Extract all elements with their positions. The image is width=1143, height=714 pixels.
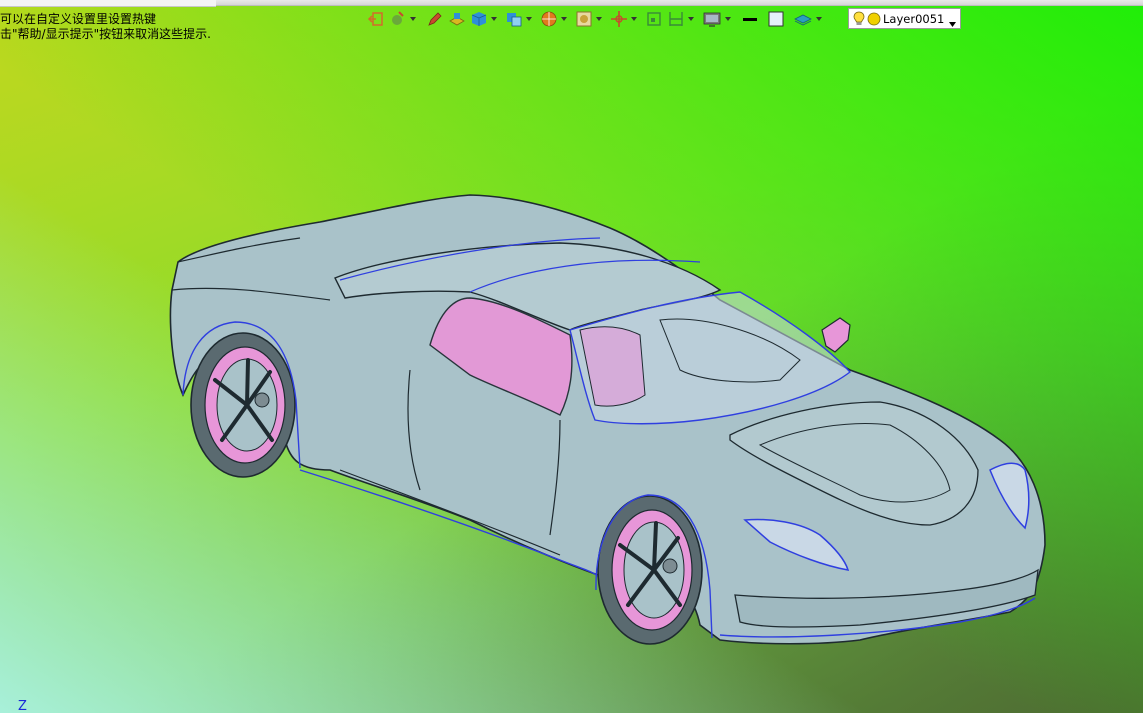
sketch-tools-icon xyxy=(392,11,404,25)
view-toolbar xyxy=(365,8,822,30)
exit-sketch-icon xyxy=(367,12,383,26)
line-style-button[interactable] xyxy=(739,9,761,29)
solid-cube-button[interactable] xyxy=(468,9,490,29)
boolean-button[interactable] xyxy=(503,9,525,29)
hint-line-1: 可以在自定义设置里设置热键 xyxy=(0,12,157,26)
line-style-icon xyxy=(743,18,757,21)
snap-button[interactable] xyxy=(643,9,665,29)
extrude-button[interactable] xyxy=(446,9,468,29)
snap-icon xyxy=(647,12,661,26)
layer-dropdown-button[interactable] xyxy=(949,12,956,31)
boolean-dropdown[interactable] xyxy=(525,9,532,29)
face-color-button[interactable] xyxy=(765,9,787,29)
car-model[interactable] xyxy=(0,0,1143,713)
pencil-button[interactable] xyxy=(424,9,446,29)
display-mode-button[interactable] xyxy=(700,9,724,29)
layer-selector[interactable]: Layer0051 xyxy=(848,8,961,29)
layer-plane-button[interactable] xyxy=(791,9,815,29)
side-mirror xyxy=(821,317,851,353)
display-mode-dropdown[interactable] xyxy=(724,9,731,29)
lightbulb-icon xyxy=(853,11,865,25)
extrude-icon xyxy=(449,13,465,26)
sphere-dropdown[interactable] xyxy=(560,9,567,29)
surface-icon xyxy=(576,11,592,27)
surface-dropdown[interactable] xyxy=(595,9,602,29)
chevron-down-icon xyxy=(490,17,497,21)
layer-color-dot-icon xyxy=(867,12,881,25)
move-dropdown[interactable] xyxy=(630,9,637,29)
tab-strip xyxy=(0,0,216,7)
align-icon xyxy=(669,12,683,26)
layer-plane-dropdown[interactable] xyxy=(815,9,822,29)
solid-cube-icon xyxy=(471,12,487,26)
chevron-down-icon xyxy=(815,17,822,21)
boolean-icon xyxy=(507,13,522,27)
chevron-down-icon xyxy=(630,17,637,21)
rear-wheel xyxy=(190,332,296,478)
chevron-down-icon xyxy=(949,22,956,27)
layer-plane-icon xyxy=(794,14,812,26)
3d-viewport[interactable]: 可以在自定义设置里设置热键 击"帮助/显示提示"按钮来取消这些提示. Layer… xyxy=(0,0,1143,714)
chevron-down-icon xyxy=(687,17,694,21)
sketch-tools-dropdown[interactable] xyxy=(409,9,416,29)
align-button[interactable] xyxy=(665,9,687,29)
surface-button[interactable] xyxy=(573,9,595,29)
chevron-down-icon xyxy=(724,17,731,21)
chevron-down-icon xyxy=(525,17,532,21)
title-strip xyxy=(216,0,1143,6)
face-color-icon xyxy=(768,11,784,27)
sphere-button[interactable] xyxy=(538,9,560,29)
pencil-icon xyxy=(428,12,442,26)
move-icon xyxy=(611,11,627,27)
sphere-icon xyxy=(541,11,557,27)
chevron-down-icon xyxy=(409,17,416,21)
chevron-down-icon xyxy=(595,17,602,21)
axis-label-z: Z xyxy=(18,699,27,714)
display-mode-icon xyxy=(703,12,721,27)
align-dropdown[interactable] xyxy=(687,9,694,29)
sketch-tools-button[interactable] xyxy=(387,9,409,29)
layer-name: Layer0051 xyxy=(883,11,945,26)
chevron-down-icon xyxy=(560,17,567,21)
solid-dropdown[interactable] xyxy=(490,9,497,29)
move-button[interactable] xyxy=(608,9,630,29)
exit-sketch-button[interactable] xyxy=(365,9,387,29)
hint-line-2: 击"帮助/显示提示"按钮来取消这些提示. xyxy=(0,27,211,41)
